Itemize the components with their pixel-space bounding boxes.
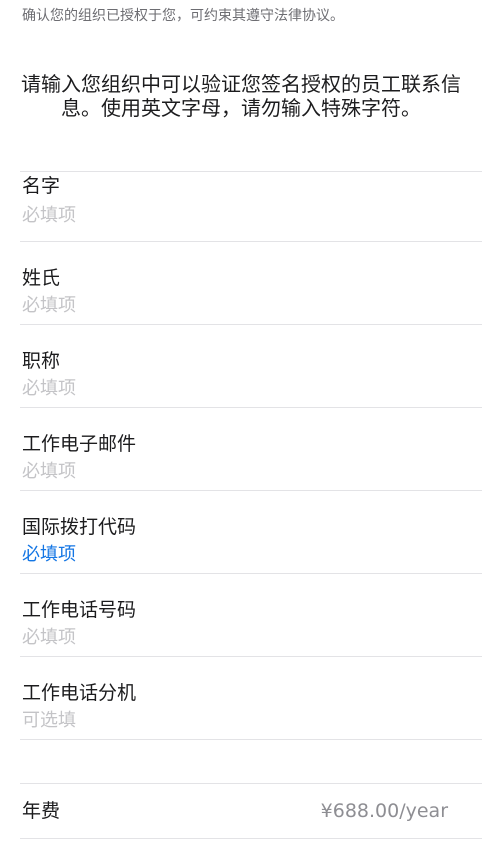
work-phone-input[interactable]: 必填项 [22, 626, 76, 650]
first-name-input[interactable]: 必填项 [22, 204, 76, 228]
work-phone-extension-input[interactable]: 可选填 [22, 709, 76, 733]
annual-fee-label: 年费 [22, 800, 61, 822]
country-code-label: 国际拨打代码 [22, 516, 137, 538]
work-email-label: 工作电子邮件 [22, 433, 137, 455]
country-code-input[interactable]: 必填项 [22, 543, 76, 567]
contact-instructions: 请输入您组织中可以验证您签名授权的员工联系信息。使用英文字母，请勿输入特殊字符。 [21, 72, 461, 120]
country-code-field[interactable]: 国际拨打代码 必填项 [20, 491, 482, 574]
work-phone-label: 工作电话号码 [22, 599, 137, 621]
annual-fee-row: 年费 ¥688.00/year [20, 783, 482, 839]
last-name-label: 姓氏 [22, 267, 61, 289]
work-phone-extension-label: 工作电话分机 [22, 682, 137, 704]
contact-form: 名字 必填项 姓氏 必填项 职称 必填项 工作电子邮件 必填项 国际拨打代码 必… [0, 172, 482, 839]
work-email-input[interactable]: 必填项 [22, 460, 76, 484]
job-title-input[interactable]: 必填项 [22, 377, 76, 401]
job-title-label: 职称 [22, 350, 61, 372]
first-name-field[interactable]: 名字 必填项 [20, 172, 482, 242]
authorization-note: 确认您的组织已授权于您，可约束其遵守法律协议。 [22, 8, 344, 24]
job-title-field[interactable]: 职称 必填项 [20, 325, 482, 408]
work-phone-extension-field[interactable]: 工作电话分机 可选填 [20, 657, 482, 740]
work-email-field[interactable]: 工作电子邮件 必填项 [20, 408, 482, 491]
annual-fee-value: ¥688.00/year [320, 800, 448, 822]
last-name-input[interactable]: 必填项 [22, 294, 76, 318]
last-name-field[interactable]: 姓氏 必填项 [20, 242, 482, 325]
form-top-divider [20, 171, 482, 172]
first-name-label: 名字 [22, 175, 61, 197]
work-phone-field[interactable]: 工作电话号码 必填项 [20, 574, 482, 657]
